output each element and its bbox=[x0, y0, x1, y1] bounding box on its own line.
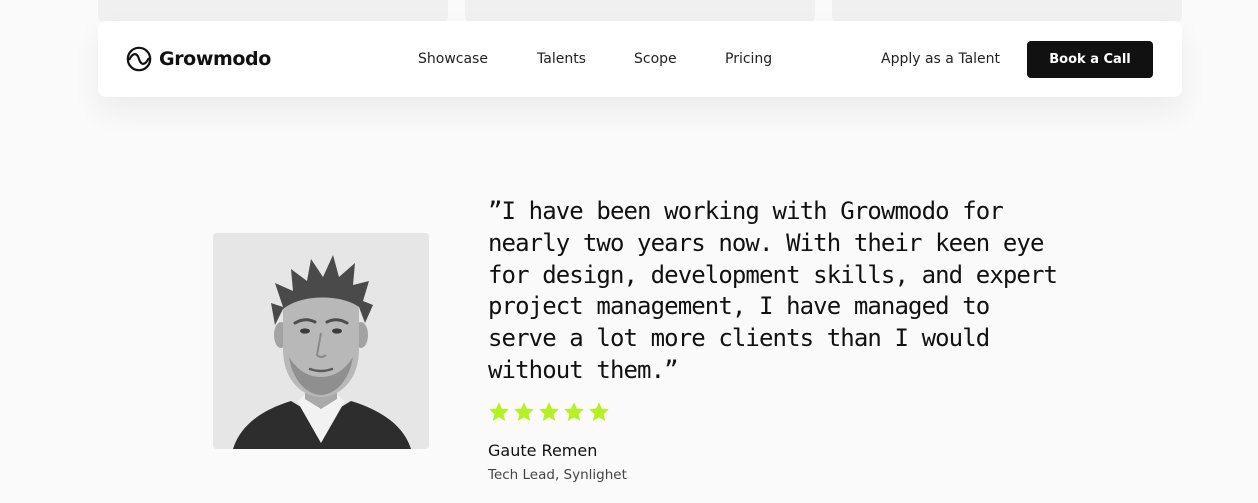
author-role: Tech Lead, Synlighet bbox=[488, 467, 627, 483]
star-icon bbox=[514, 402, 534, 421]
apply-as-talent-link[interactable]: Apply as a Talent bbox=[881, 50, 1000, 68]
quote-line: project management, I have managed to bbox=[488, 292, 990, 321]
navbar: Growmodo Showcase Talents Scope Pricing … bbox=[98, 21, 1182, 97]
star-icon bbox=[564, 402, 584, 421]
quote-line: nearly two years now. With their keen ey… bbox=[488, 228, 1044, 257]
brand-logo-link[interactable]: Growmodo bbox=[126, 45, 271, 73]
growmodo-logo-icon bbox=[126, 46, 152, 72]
background-card bbox=[465, 0, 815, 22]
quote-line: without them.” bbox=[488, 355, 679, 384]
nav-link-talents[interactable]: Talents bbox=[537, 50, 586, 68]
star-icon bbox=[539, 402, 559, 421]
brand-name: Growmodo bbox=[159, 48, 271, 70]
quote-line: ”I have been working with Growmodo for bbox=[488, 197, 1004, 225]
person-portrait bbox=[213, 233, 429, 449]
star-icon bbox=[489, 402, 509, 421]
rating-stars bbox=[487, 400, 611, 426]
author-name: Gaute Remen bbox=[488, 441, 598, 460]
nav-link-showcase[interactable]: Showcase bbox=[418, 50, 488, 68]
background-card bbox=[98, 0, 448, 22]
nav-link-pricing[interactable]: Pricing bbox=[725, 50, 772, 68]
author-photo bbox=[213, 233, 429, 449]
quote-line: for design, development skills, and expe… bbox=[488, 260, 1058, 289]
testimonial-quote: ”I have been working with Growmodo for n… bbox=[488, 196, 1088, 387]
nav-link-scope[interactable]: Scope bbox=[634, 50, 677, 68]
background-card bbox=[832, 0, 1182, 22]
page: Growmodo Showcase Talents Scope Pricing … bbox=[0, 0, 1258, 503]
quote-line: serve a lot more clients than I would bbox=[488, 324, 990, 353]
star-icon bbox=[589, 402, 609, 421]
book-a-call-button[interactable]: Book a Call bbox=[1027, 41, 1153, 78]
